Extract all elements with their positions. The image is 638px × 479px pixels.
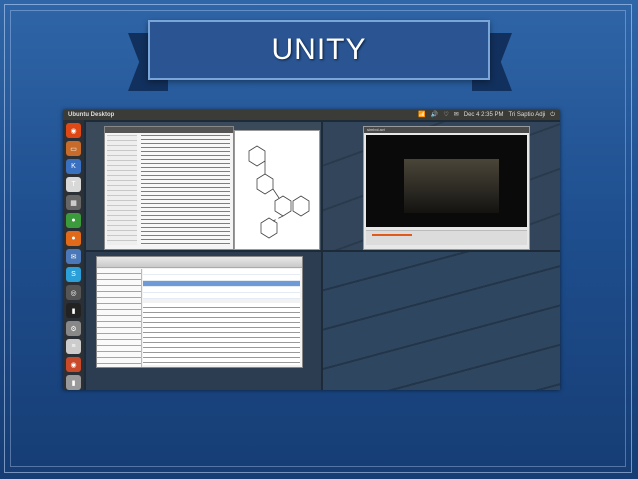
unity-launcher: ◉ ▭ K T ▦ ● ● ✉ S ◎ ▮ ⚙ ≡ ◉ ▮ — [63, 120, 84, 390]
kde-icon[interactable]: K — [66, 159, 81, 174]
heart-icon[interactable]: ♡ — [443, 110, 448, 120]
text-editor-icon[interactable]: ≡ — [66, 339, 81, 354]
playback-progress[interactable] — [372, 234, 412, 236]
panel-title: Ubuntu Desktop — [68, 112, 115, 118]
trash-icon[interactable]: ▮ — [66, 375, 81, 390]
chemical-structure-drawing — [248, 145, 310, 239]
editor-sidebar — [107, 135, 137, 245]
video-scene — [404, 159, 499, 213]
mail-folder-tree[interactable] — [97, 269, 142, 367]
code-editor-window[interactable] — [104, 126, 234, 250]
network-icon[interactable]: 📶 — [418, 110, 425, 120]
video-player-window[interactable]: simbol.avi — [363, 126, 530, 250]
chrome-icon[interactable]: ● — [66, 213, 81, 228]
mail-toolbar[interactable] — [97, 257, 302, 268]
player-titlebar: simbol.avi — [364, 127, 529, 133]
editor-text-area[interactable] — [141, 135, 230, 245]
tex-icon[interactable]: T — [66, 177, 81, 192]
structure-viewer-window[interactable] — [234, 130, 320, 250]
firefox-icon[interactable]: ● — [66, 231, 81, 246]
top-panel: Ubuntu Desktop 📶 🔊 ♡ ✉ Dec 4 2:35 PM Tri… — [63, 110, 560, 120]
power-icon[interactable]: ⏻ — [550, 110, 555, 120]
user-menu[interactable]: Tri Saptio Adji — [508, 110, 545, 120]
ubuntu-one-icon[interactable]: ◉ — [66, 357, 81, 372]
clock[interactable]: Dec 4 2:35 PM — [464, 110, 504, 120]
ubuntu-icon[interactable]: ◉ — [66, 123, 81, 138]
video-frame[interactable] — [366, 135, 527, 227]
workspace-2[interactable]: simbol.avi — [323, 122, 560, 250]
ubuntu-desktop-screenshot: Ubuntu Desktop 📶 🔊 ♡ ✉ Dec 4 2:35 PM Tri… — [63, 110, 560, 390]
terminal-icon[interactable]: ▮ — [66, 303, 81, 318]
skype-icon[interactable]: S — [66, 267, 81, 282]
selected-message-row[interactable] — [143, 281, 300, 286]
workspace-1[interactable] — [86, 122, 321, 250]
indicator-area: 📶 🔊 ♡ ✉ Dec 4 2:35 PM Tri Saptio Adji ⏻ — [418, 110, 560, 120]
system-settings-icon[interactable]: ⚙ — [66, 321, 81, 336]
workspace-3[interactable] — [86, 252, 321, 390]
slide-title: UNITY — [271, 33, 367, 66]
mail-icon[interactable]: ✉ — [66, 249, 81, 264]
message-preview — [143, 303, 300, 365]
title-ribbon: UNITY — [148, 20, 490, 80]
player-controls[interactable] — [366, 230, 527, 245]
camera-icon[interactable]: ◎ — [66, 285, 81, 300]
workspace-4[interactable] — [323, 252, 560, 390]
grid-icon[interactable]: ▦ — [66, 195, 81, 210]
editor-titlebar — [105, 127, 233, 133]
home-folder-icon[interactable]: ▭ — [66, 141, 81, 156]
mail-indicator-icon[interactable]: ✉ — [454, 110, 459, 120]
email-client-window[interactable] — [96, 256, 303, 368]
volume-icon[interactable]: 🔊 — [431, 110, 438, 120]
